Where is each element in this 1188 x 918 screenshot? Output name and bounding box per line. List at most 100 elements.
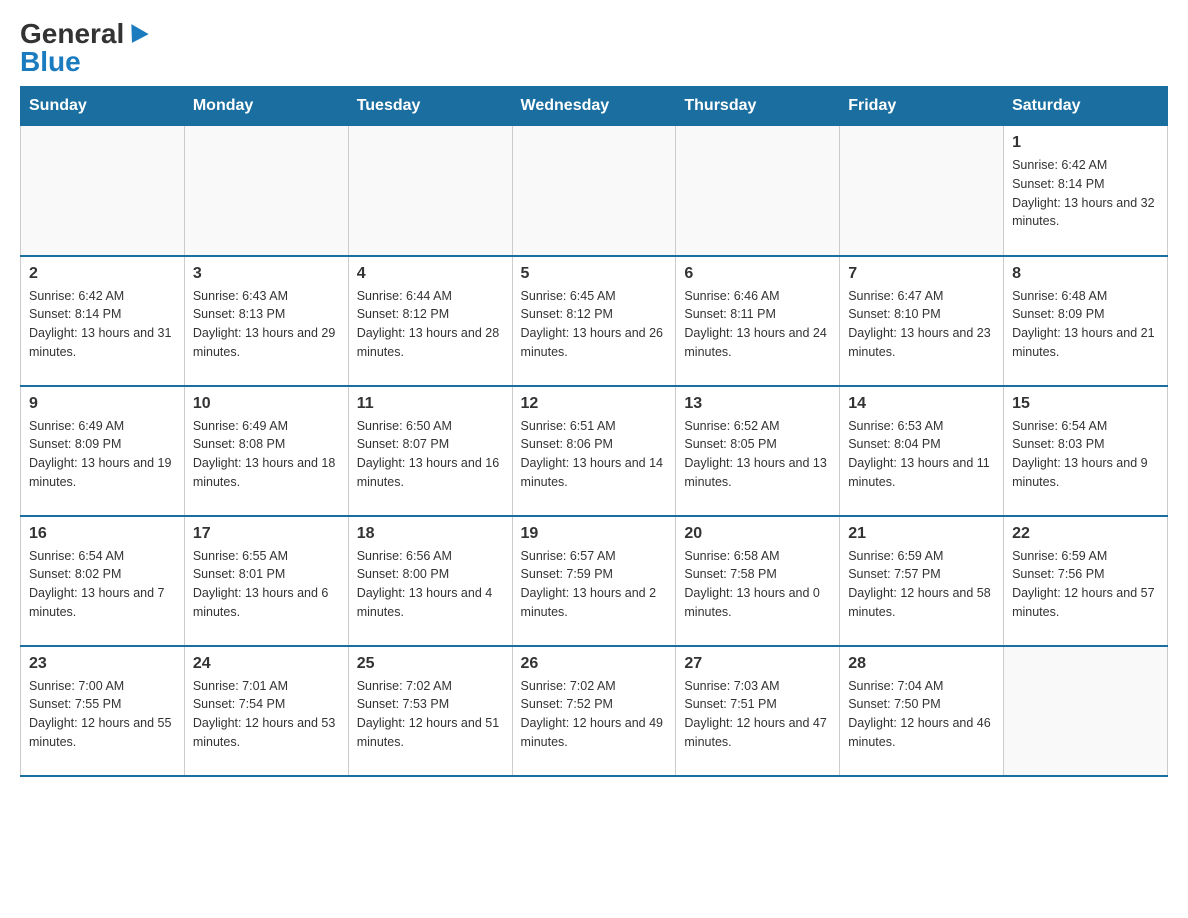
page-header: General Blue xyxy=(20,20,1168,76)
calendar-cell: 26 Sunrise: 7:02 AM Sunset: 7:52 PM Dayli… xyxy=(512,646,676,776)
calendar-cell: 19 Sunrise: 6:57 AM Sunset: 7:59 PM Dayli… xyxy=(512,516,676,646)
calendar-week-5: 23 Sunrise: 7:00 AM Sunset: 7:55 PM Dayli… xyxy=(21,646,1168,776)
calendar-cell: 27 Sunrise: 7:03 AM Sunset: 7:51 PM Dayli… xyxy=(676,646,840,776)
day-info: Sunrise: 6:56 AM Sunset: 8:00 PM Dayligh… xyxy=(357,547,504,622)
calendar-cell: 7 Sunrise: 6:47 AM Sunset: 8:10 PM Daylig… xyxy=(840,256,1004,386)
day-number: 6 xyxy=(684,265,831,283)
calendar-cell: 24 Sunrise: 7:01 AM Sunset: 7:54 PM Dayli… xyxy=(184,646,348,776)
day-number: 28 xyxy=(848,655,995,673)
day-info: Sunrise: 6:44 AM Sunset: 8:12 PM Dayligh… xyxy=(357,287,504,362)
day-info: Sunrise: 6:53 AM Sunset: 8:04 PM Dayligh… xyxy=(848,417,995,492)
day-info: Sunrise: 6:49 AM Sunset: 8:09 PM Dayligh… xyxy=(29,417,176,492)
calendar-cell xyxy=(184,126,348,256)
calendar-cell: 2 Sunrise: 6:42 AM Sunset: 8:14 PM Daylig… xyxy=(21,256,185,386)
calendar-header: Sunday Monday Tuesday Wednesday Thursday… xyxy=(21,87,1168,126)
day-number: 8 xyxy=(1012,265,1159,283)
day-number: 21 xyxy=(848,525,995,543)
calendar-cell xyxy=(512,126,676,256)
col-friday: Friday xyxy=(840,87,1004,126)
calendar-cell: 8Sunrise: 6:48 AM Sunset: 8:09 PM Daylig… xyxy=(1004,256,1168,386)
day-info: Sunrise: 7:01 AM Sunset: 7:54 PM Dayligh… xyxy=(193,677,340,752)
day-info: Sunrise: 7:02 AM Sunset: 7:53 PM Dayligh… xyxy=(357,677,504,752)
day-number: 10 xyxy=(193,395,340,413)
calendar-cell: 18 Sunrise: 6:56 AM Sunset: 8:00 PM Dayli… xyxy=(348,516,512,646)
day-info: Sunrise: 6:55 AM Sunset: 8:01 PM Dayligh… xyxy=(193,547,340,622)
day-info: Sunrise: 6:58 AM Sunset: 7:58 PM Dayligh… xyxy=(684,547,831,622)
day-number: 14 xyxy=(848,395,995,413)
logo: General Blue xyxy=(20,20,146,76)
calendar-cell: 11 Sunrise: 6:50 AM Sunset: 8:07 PM Dayli… xyxy=(348,386,512,516)
day-number: 7 xyxy=(848,265,995,283)
day-info: Sunrise: 6:54 AM Sunset: 8:02 PM Dayligh… xyxy=(29,547,176,622)
calendar-week-3: 9 Sunrise: 6:49 AM Sunset: 8:09 PM Daylig… xyxy=(21,386,1168,516)
calendar-week-1: 1Sunrise: 6:42 AM Sunset: 8:14 PM Daylig… xyxy=(21,126,1168,256)
calendar-cell: 14 Sunrise: 6:53 AM Sunset: 8:04 PM Dayli… xyxy=(840,386,1004,516)
calendar-cell xyxy=(21,126,185,256)
day-number: 18 xyxy=(357,525,504,543)
col-sunday: Sunday xyxy=(21,87,185,126)
calendar-cell xyxy=(840,126,1004,256)
day-number: 22 xyxy=(1012,525,1159,543)
day-number: 5 xyxy=(521,265,668,283)
calendar-cell: 1Sunrise: 6:42 AM Sunset: 8:14 PM Daylig… xyxy=(1004,126,1168,256)
day-info: Sunrise: 6:59 AM Sunset: 7:56 PM Dayligh… xyxy=(1012,547,1159,622)
day-number: 3 xyxy=(193,265,340,283)
logo-blue-text: Blue xyxy=(20,48,146,76)
day-number: 25 xyxy=(357,655,504,673)
day-info: Sunrise: 7:04 AM Sunset: 7:50 PM Dayligh… xyxy=(848,677,995,752)
day-number: 27 xyxy=(684,655,831,673)
calendar-week-2: 2 Sunrise: 6:42 AM Sunset: 8:14 PM Daylig… xyxy=(21,256,1168,386)
day-info: Sunrise: 6:47 AM Sunset: 8:10 PM Dayligh… xyxy=(848,287,995,362)
day-number: 15 xyxy=(1012,395,1159,413)
day-number: 26 xyxy=(521,655,668,673)
day-info: Sunrise: 6:52 AM Sunset: 8:05 PM Dayligh… xyxy=(684,417,831,492)
day-number: 24 xyxy=(193,655,340,673)
calendar-cell: 23 Sunrise: 7:00 AM Sunset: 7:55 PM Dayli… xyxy=(21,646,185,776)
calendar-week-4: 16 Sunrise: 6:54 AM Sunset: 8:02 PM Dayli… xyxy=(21,516,1168,646)
day-number: 16 xyxy=(29,525,176,543)
calendar-cell: 28 Sunrise: 7:04 AM Sunset: 7:50 PM Dayli… xyxy=(840,646,1004,776)
col-monday: Monday xyxy=(184,87,348,126)
day-number: 20 xyxy=(684,525,831,543)
calendar-cell: 9 Sunrise: 6:49 AM Sunset: 8:09 PM Daylig… xyxy=(21,386,185,516)
day-info: Sunrise: 7:00 AM Sunset: 7:55 PM Dayligh… xyxy=(29,677,176,752)
day-info: Sunrise: 6:50 AM Sunset: 8:07 PM Dayligh… xyxy=(357,417,504,492)
calendar-cell xyxy=(1004,646,1168,776)
logo-general-text: General xyxy=(20,20,146,48)
day-info: Sunrise: 6:42 AM Sunset: 8:14 PM Dayligh… xyxy=(29,287,176,362)
calendar-cell: 5 Sunrise: 6:45 AM Sunset: 8:12 PM Daylig… xyxy=(512,256,676,386)
day-info: Sunrise: 6:51 AM Sunset: 8:06 PM Dayligh… xyxy=(521,417,668,492)
calendar-cell: 17 Sunrise: 6:55 AM Sunset: 8:01 PM Dayli… xyxy=(184,516,348,646)
day-number: 19 xyxy=(521,525,668,543)
calendar-cell: 16 Sunrise: 6:54 AM Sunset: 8:02 PM Dayli… xyxy=(21,516,185,646)
day-info: Sunrise: 6:49 AM Sunset: 8:08 PM Dayligh… xyxy=(193,417,340,492)
day-info: Sunrise: 6:45 AM Sunset: 8:12 PM Dayligh… xyxy=(521,287,668,362)
day-info: Sunrise: 6:54 AM Sunset: 8:03 PM Dayligh… xyxy=(1012,417,1159,492)
col-saturday: Saturday xyxy=(1004,87,1168,126)
day-info: Sunrise: 6:43 AM Sunset: 8:13 PM Dayligh… xyxy=(193,287,340,362)
col-thursday: Thursday xyxy=(676,87,840,126)
calendar-cell: 25 Sunrise: 7:02 AM Sunset: 7:53 PM Dayli… xyxy=(348,646,512,776)
day-info: Sunrise: 6:57 AM Sunset: 7:59 PM Dayligh… xyxy=(521,547,668,622)
day-info: Sunrise: 7:02 AM Sunset: 7:52 PM Dayligh… xyxy=(521,677,668,752)
logo-triangle-icon xyxy=(124,24,149,48)
col-tuesday: Tuesday xyxy=(348,87,512,126)
day-number: 11 xyxy=(357,395,504,413)
calendar-cell: 10 Sunrise: 6:49 AM Sunset: 8:08 PM Dayli… xyxy=(184,386,348,516)
calendar-cell: 4Sunrise: 6:44 AM Sunset: 8:12 PM Daylig… xyxy=(348,256,512,386)
calendar-cell: 6Sunrise: 6:46 AM Sunset: 8:11 PM Daylig… xyxy=(676,256,840,386)
calendar-cell: 20 Sunrise: 6:58 AM Sunset: 7:58 PM Dayli… xyxy=(676,516,840,646)
day-number: 12 xyxy=(521,395,668,413)
day-info: Sunrise: 7:03 AM Sunset: 7:51 PM Dayligh… xyxy=(684,677,831,752)
calendar-cell xyxy=(676,126,840,256)
day-info: Sunrise: 6:42 AM Sunset: 8:14 PM Dayligh… xyxy=(1012,156,1159,231)
calendar-cell: 15 Sunrise: 6:54 AM Sunset: 8:03 PM Dayli… xyxy=(1004,386,1168,516)
day-number: 9 xyxy=(29,395,176,413)
day-info: Sunrise: 6:59 AM Sunset: 7:57 PM Dayligh… xyxy=(848,547,995,622)
calendar-cell: 3 Sunrise: 6:43 AM Sunset: 8:13 PM Daylig… xyxy=(184,256,348,386)
day-number: 2 xyxy=(29,265,176,283)
calendar-body: 1Sunrise: 6:42 AM Sunset: 8:14 PM Daylig… xyxy=(21,126,1168,776)
day-number: 23 xyxy=(29,655,176,673)
calendar-cell xyxy=(348,126,512,256)
day-number: 17 xyxy=(193,525,340,543)
